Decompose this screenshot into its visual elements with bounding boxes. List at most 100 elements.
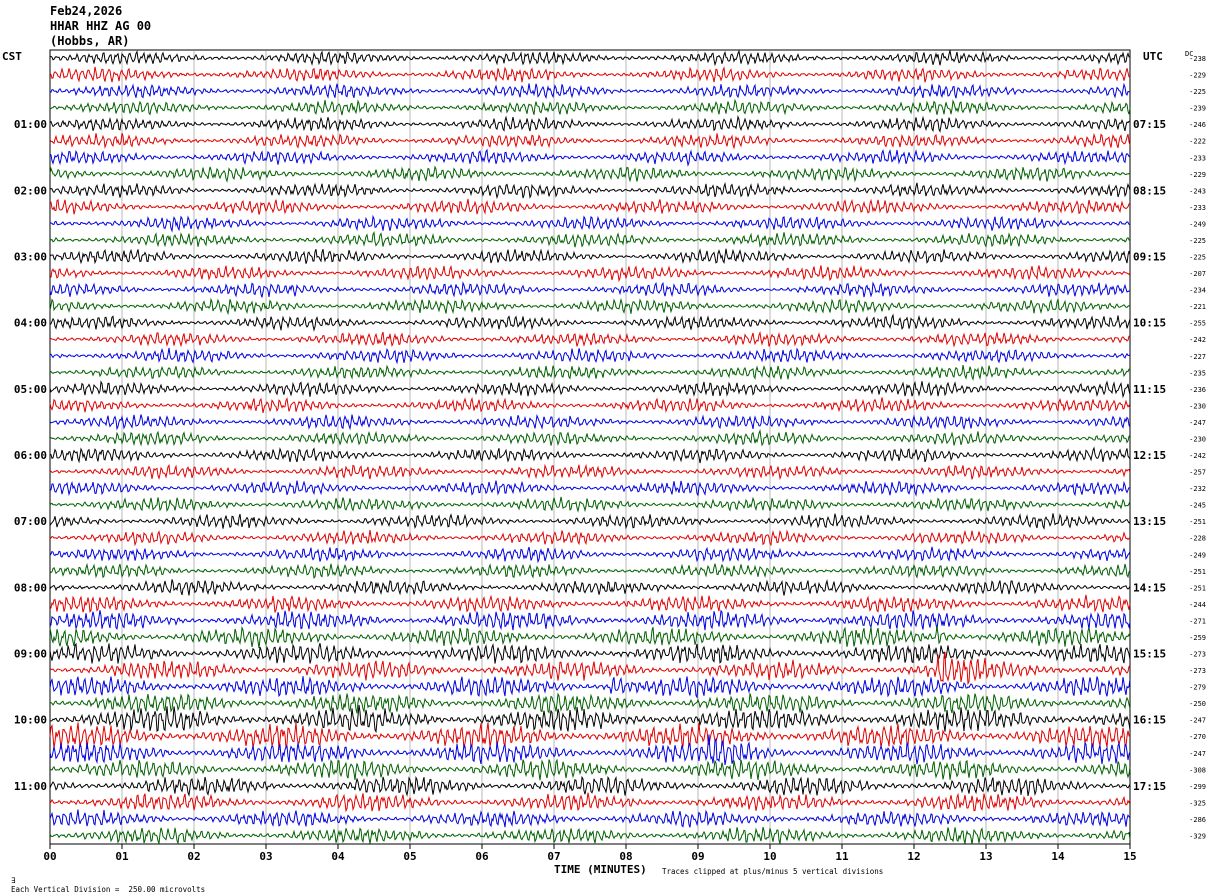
dc-offset-label: -249 xyxy=(1189,220,1206,228)
trace-line xyxy=(49,380,1131,399)
trace-line xyxy=(49,297,1131,316)
x-tick-label: 09 xyxy=(691,850,704,863)
left-hour-label: 07:00 xyxy=(14,515,47,528)
dc-offset-label: -247 xyxy=(1189,750,1206,758)
right-hour-label: 07:15 xyxy=(1133,118,1166,131)
left-hour-label: 11:00 xyxy=(14,780,47,793)
left-hour-label: 06:00 xyxy=(14,449,47,462)
dc-offset-label: -273 xyxy=(1189,651,1206,659)
dc-offset-label: -242 xyxy=(1189,452,1206,460)
dc-offset-label: -329 xyxy=(1189,832,1206,840)
left-hour-label: 03:00 xyxy=(14,251,47,264)
x-axis-title: TIME (MINUTES) xyxy=(554,863,647,876)
dc-offset-label: -227 xyxy=(1189,353,1206,361)
left-hour-label: 08:00 xyxy=(14,581,47,594)
dc-offset-label: -325 xyxy=(1189,799,1206,807)
right-hour-label: 16:15 xyxy=(1133,714,1166,727)
trace-line xyxy=(49,546,1131,564)
x-tick-label: 03 xyxy=(259,850,272,863)
dc-offset-label: -249 xyxy=(1189,551,1206,559)
dc-offset-label: -228 xyxy=(1189,535,1206,543)
left-hour-label: 09:00 xyxy=(14,648,47,661)
dc-offset-label: -247 xyxy=(1189,419,1206,427)
left-hour-label: 05:00 xyxy=(14,383,47,396)
left-hour-label: 10:00 xyxy=(14,714,47,727)
trace-line xyxy=(49,347,1131,365)
left-hour-label: 01:00 xyxy=(14,118,47,131)
seismogram-plot: 00 01 02 03 04 05 06 07 08 09 10 11 12 13 14 15 -238 -229… xyxy=(14,49,1206,863)
dc-offset-label: -239 xyxy=(1189,105,1206,113)
x-tick-label: 08 xyxy=(619,850,632,863)
trace-line xyxy=(49,231,1131,248)
dc-offset-label: -245 xyxy=(1189,502,1206,510)
x-tick-label: 07 xyxy=(547,850,560,863)
trace-line xyxy=(49,181,1131,200)
trace-line xyxy=(49,148,1131,167)
trace-line xyxy=(49,480,1130,497)
dc-offset-label: -234 xyxy=(1189,287,1206,295)
left-hour-label: 02:00 xyxy=(14,184,47,197)
dc-offset-label: -251 xyxy=(1189,518,1206,526)
dc-offset-label: -232 xyxy=(1189,485,1206,493)
dc-offset-label: -225 xyxy=(1189,254,1206,262)
x-tick-label: 00 xyxy=(43,850,56,863)
dc-offset-label: -233 xyxy=(1189,154,1206,162)
trace-line xyxy=(49,496,1131,513)
trace-line xyxy=(49,98,1131,116)
trace-line xyxy=(49,248,1131,265)
dc-offset-label: -230 xyxy=(1189,402,1206,410)
dc-offset-label: -221 xyxy=(1189,303,1206,311)
dc-offset-label: -233 xyxy=(1189,204,1206,212)
plot-frame xyxy=(49,49,1131,845)
trace-line xyxy=(49,775,1131,797)
right-hour-label: 17:15 xyxy=(1133,780,1166,793)
dc-offset-label: -308 xyxy=(1189,766,1206,774)
right-hour-label: 12:15 xyxy=(1133,449,1166,462)
trace-line xyxy=(49,364,1131,381)
trace-line xyxy=(50,446,1131,464)
scale-note: ∃ Each Vertical Division = 250.00 microv… xyxy=(2,867,205,894)
trace-line xyxy=(49,330,1131,348)
x-tick-label: 12 xyxy=(907,850,920,863)
trace-line xyxy=(49,428,1131,447)
dc-offset-label: -236 xyxy=(1189,386,1206,394)
dc-offset-label: -229 xyxy=(1189,72,1206,80)
dc-offset-label: -257 xyxy=(1189,469,1206,477)
trace-line xyxy=(49,609,1131,631)
trace-line xyxy=(49,264,1131,283)
dc-offset-label: -244 xyxy=(1189,601,1206,609)
x-tick-label: 06 xyxy=(475,850,489,863)
dc-offset-label: -279 xyxy=(1189,684,1206,692)
x-tick-label: 04 xyxy=(331,850,345,863)
dc-offset-label: -251 xyxy=(1189,568,1206,576)
dc-offset-label: -299 xyxy=(1189,783,1206,791)
trace-line xyxy=(49,809,1131,828)
trace-line xyxy=(49,562,1131,579)
scale-glyph: ∃ xyxy=(11,876,16,885)
dc-offset-label: -251 xyxy=(1189,584,1206,592)
clip-note: Traces clipped at plus/minus 5 vertical … xyxy=(662,867,884,876)
dc-offset-label: -246 xyxy=(1189,121,1206,129)
trace-line xyxy=(49,281,1131,298)
right-hour-label: 15:15 xyxy=(1133,648,1166,661)
trace-line xyxy=(49,826,1131,845)
dc-offset-label: -271 xyxy=(1189,617,1206,625)
dc-offset-label: -243 xyxy=(1189,187,1206,195)
trace-line xyxy=(49,529,1131,547)
x-tick-label: 15 xyxy=(1123,850,1136,863)
scale-note-text: Each Vertical Division = 250.00 microvol… xyxy=(11,885,206,894)
trace-line xyxy=(49,132,1131,150)
trace-line xyxy=(50,82,1131,100)
dc-offset-label: -286 xyxy=(1189,816,1206,824)
dc-offset-label: -225 xyxy=(1189,237,1206,245)
trace-line xyxy=(49,594,1131,613)
trace-line xyxy=(49,463,1131,481)
right-hour-label: 10:15 xyxy=(1133,317,1166,330)
right-hour-label: 09:15 xyxy=(1133,251,1166,264)
trace-line xyxy=(49,165,1131,183)
trace-line xyxy=(49,792,1131,813)
dc-offset-label: -235 xyxy=(1189,369,1206,377)
dc-offset-label: -242 xyxy=(1189,336,1206,344)
dc-offset-label: -250 xyxy=(1189,700,1206,708)
x-tick-label: 01 xyxy=(115,850,129,863)
